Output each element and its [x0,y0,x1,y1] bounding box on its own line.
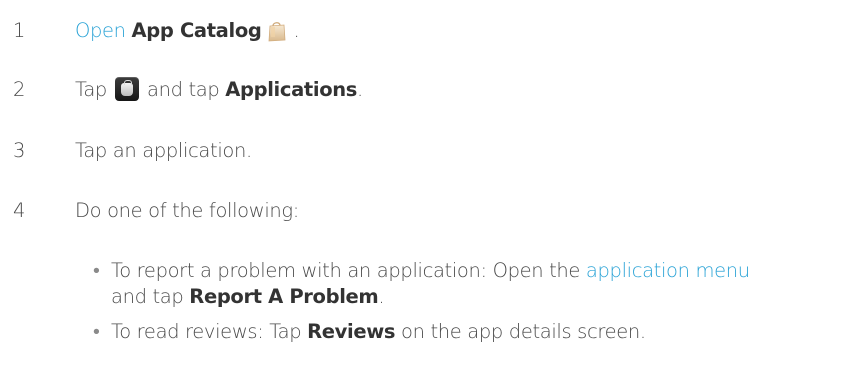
menu-tile-icon [114,76,139,101]
bullet-line-2: and tap Report A Problem. [111,283,385,311]
step-number: 3 [13,139,26,162]
step-text: Tap an application. [75,139,252,162]
app-details-text: on the app details screen. [401,320,646,343]
bag-icon [120,79,133,96]
period: . [293,19,300,42]
report-problem-text: To report a problem with an application:… [111,259,581,282]
tap-label: Tap [75,78,107,101]
period: . [357,78,363,101]
bullet-line-1: To report a problem with an application:… [111,257,750,285]
read-reviews-text: To read reviews: Tap [111,320,302,343]
bullet-dot: • [93,259,100,282]
app-catalog-label: App Catalog [131,19,262,42]
step-number: 2 [13,78,26,101]
period: . [378,285,385,308]
reviews-label: Reviews [307,320,396,343]
applications-label: Applications [225,78,358,101]
step-text: Open App Catalog . [75,14,300,48]
application-menu-link[interactable]: application menu [586,259,750,282]
and-tap-label: and tap [111,285,184,308]
app-catalog-icon [267,19,287,41]
open-link[interactable]: Open [75,19,126,42]
step-number: 4 [13,199,26,222]
bullet-dot: • [93,320,100,343]
step-text: Do one of the following: [75,199,299,222]
report-a-problem-label: Report A Problem [189,285,379,308]
step-number: 1 [13,19,26,42]
step-text: Tap and tap Applications. [75,73,363,107]
bullet-line-1: To read reviews: Tap Reviews on the app … [111,318,646,346]
and-tap-label: and tap [146,78,220,101]
